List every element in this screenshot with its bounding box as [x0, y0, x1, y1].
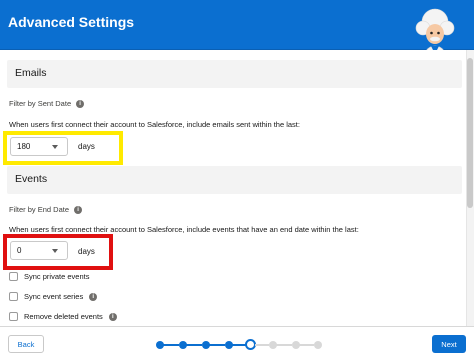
sync-event-series-label: Sync event series	[24, 292, 84, 301]
events-section-header: Events	[7, 166, 462, 194]
emails-filter-label-text: Filter by Sent Date	[9, 99, 72, 108]
progress-stepper	[152, 339, 322, 350]
remove-deleted-events-label: Remove deleted events	[24, 312, 103, 321]
progress-connector	[275, 344, 292, 346]
next-button[interactable]: Next	[432, 335, 466, 353]
sync-private-events-row[interactable]: Sync private events	[9, 272, 89, 281]
progress-connector	[208, 344, 225, 346]
events-filter-label-text: Filter by End Date	[9, 205, 70, 214]
progress-connector	[255, 344, 269, 346]
progress-connector	[231, 344, 246, 346]
emails-section-header: Emails	[7, 60, 462, 88]
sync-event-series-checkbox[interactable]	[9, 292, 18, 301]
emails-section-title: Emails	[15, 67, 47, 79]
emails-description: When users first connect their account t…	[9, 120, 300, 129]
footer: Back Next	[0, 326, 474, 358]
info-icon[interactable]: i	[89, 292, 98, 301]
sync-event-series-row[interactable]: Sync event series i	[9, 292, 98, 301]
progress-step	[314, 341, 322, 349]
progress-connector	[298, 344, 314, 346]
header: Advanced Settings	[0, 0, 474, 64]
scrollbar-thumb[interactable]	[467, 58, 473, 208]
back-button[interactable]: Back	[8, 335, 44, 353]
progress-connector	[185, 344, 202, 346]
events-section-title: Events	[15, 173, 48, 185]
info-icon[interactable]: i	[74, 205, 83, 214]
remove-deleted-events-checkbox[interactable]	[9, 312, 18, 321]
sync-private-events-checkbox[interactable]	[9, 272, 18, 281]
red-highlight-box	[3, 234, 113, 270]
page-title: Advanced Settings	[8, 14, 135, 30]
advanced-settings-window: Advanced Settings Emails Filter by Sent …	[0, 0, 474, 358]
events-description: When users first connect their account t…	[9, 225, 359, 234]
emails-filter-label: Filter by Sent Date i	[9, 99, 85, 108]
sync-private-events-label: Sync private events	[24, 272, 90, 281]
events-filter-label: Filter by End Date i	[9, 205, 83, 214]
progress-connector	[162, 344, 179, 346]
remove-deleted-events-row[interactable]: Remove deleted events i	[9, 312, 117, 321]
settings-scroll-area[interactable]: Emails Filter by Sent Date i When users …	[0, 50, 466, 326]
info-icon[interactable]: i	[108, 312, 117, 321]
yellow-highlight-box	[3, 131, 123, 165]
info-icon[interactable]: i	[76, 99, 85, 108]
